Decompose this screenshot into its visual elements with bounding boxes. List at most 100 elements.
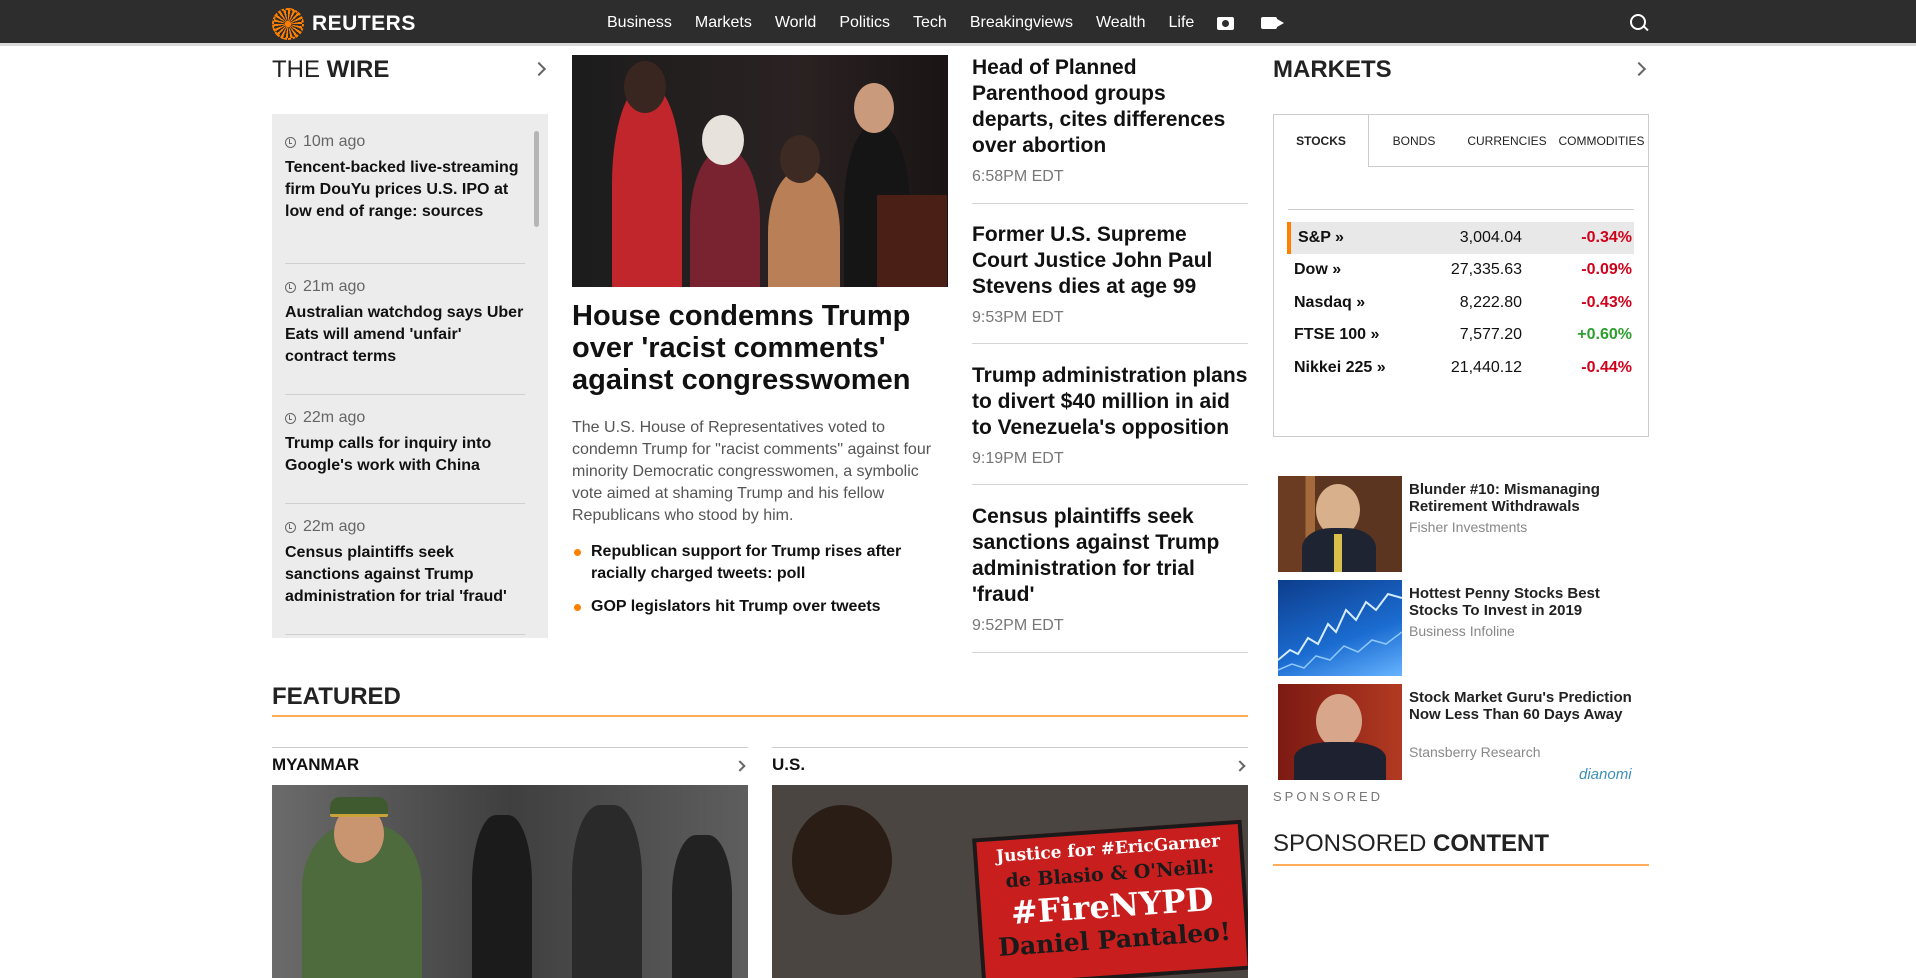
wire-item-headline[interactable]: Tencent-backed live-streaming firm DouYu… [285,157,525,223]
story-item[interactable]: Former U.S. Supreme Court Justice John P… [972,222,1248,344]
ad-source: Business Infoline [1409,623,1515,639]
wire-item[interactable]: 10m ago Tencent-backed live-streaming fi… [285,133,525,264]
market-row[interactable]: S&P » 3,004.04 -0.34% [1287,222,1634,254]
wire-title[interactable]: THE WIRE [272,56,389,84]
wire-item-headline[interactable]: Australian watchdog says Uber Eats will … [285,302,525,368]
related-story-link[interactable]: GOP legislators hit Trump over tweets [572,596,952,618]
related-story-link[interactable]: Republican support for Trump rises after… [572,541,952,585]
nav-item-politics[interactable]: Politics [839,14,890,32]
tab-commodities[interactable]: COMMODITIES [1555,115,1648,167]
market-value: 3,004.04 [1459,229,1522,246]
photo-suit [1294,742,1386,780]
sponsored-content-divider [1273,864,1649,866]
ad-title[interactable]: Stock Market Guru's Prediction Now Less … [1409,689,1649,723]
ad-image[interactable] [1278,476,1402,572]
nav-item-world[interactable]: World [775,14,817,32]
ad-source: Fisher Investments [1409,519,1528,535]
chevron-right-icon[interactable] [734,760,746,772]
market-change: -0.43% [1581,294,1632,311]
photo-figure [472,815,532,978]
wire-item[interactable]: 22m ago Trump calls for inquiry into Goo… [285,395,525,504]
nav-item-tech[interactable]: Tech [913,14,947,32]
search-icon[interactable] [1630,14,1650,34]
story-item[interactable]: Head of Planned Parenthood groups depart… [972,55,1248,204]
market-change: +0.60% [1577,326,1632,343]
photo-tie [1334,534,1342,572]
market-name[interactable]: Nikkei 225 » [1294,359,1386,377]
market-row[interactable]: FTSE 100 » 7,577.20 +0.60% [1287,319,1634,351]
stock-chart-graphic [1278,592,1402,671]
nav-item-business[interactable]: Business [607,14,672,32]
markets-tabs: STOCKS BONDS CURRENCIES COMMODITIES [1274,115,1648,167]
video-nav-button[interactable] [1261,17,1285,29]
featured-us-image[interactable]: Justice for #EricGarner de Blasio & O'Ne… [772,785,1248,978]
wire-chevron-right-icon[interactable] [531,61,547,77]
tab-currencies[interactable]: CURRENCIES [1459,115,1555,167]
market-name[interactable]: S&P » [1298,229,1344,247]
ad-image[interactable] [1278,580,1402,676]
market-name[interactable]: Nasdaq » [1294,294,1365,312]
wire-item-headline[interactable]: Census plaintiffs seek sanctions against… [285,542,525,608]
market-name[interactable]: FTSE 100 » [1294,326,1379,344]
ad-title[interactable]: Hottest Penny Stocks Best Stocks To Inve… [1409,585,1649,619]
nav-item-wealth[interactable]: Wealth [1096,14,1146,32]
story-headline[interactable]: Trump administration plans to divert $40… [972,363,1248,441]
clock-icon [285,281,296,293]
market-value: 7,577.20 [1459,326,1522,343]
story-headline[interactable]: Former U.S. Supreme Court Justice John P… [972,222,1248,300]
nav-item-life[interactable]: Life [1168,14,1194,32]
story-item[interactable]: Census plaintiffs seek sanctions against… [972,504,1248,653]
photo-figure [672,835,732,978]
lead-story-image[interactable] [572,55,948,287]
market-name[interactable]: Dow » [1294,261,1341,279]
lead-story-headline[interactable]: House condemns Trump over 'racist commen… [572,300,952,396]
wire-list[interactable]: 10m ago Tencent-backed live-streaming fi… [272,114,548,638]
sponsored-content-title: SPONSORED CONTENT [1273,830,1550,857]
featured-section-myanmar[interactable]: MYANMAR [272,755,359,775]
ad-image[interactable] [1278,684,1402,780]
market-value: 8,222.80 [1459,294,1522,311]
story-headline[interactable]: Census plaintiffs seek sanctions against… [972,504,1248,608]
main-nav: Business Markets World Politics Tech Bre… [607,0,1304,46]
brand-name: REUTERS [312,12,416,35]
featured-section-rule [272,747,748,748]
tab-stocks[interactable]: STOCKS [1274,115,1369,167]
wire-item-headline[interactable]: Trump calls for inquiry into Google's wo… [285,433,525,477]
camera-icon [1217,16,1235,30]
photo-figure [768,170,840,287]
markets-chevron-right-icon[interactable] [1631,61,1647,77]
nav-item-markets[interactable]: Markets [695,14,752,32]
featured-myanmar-image[interactable] [272,785,748,978]
market-row[interactable]: Nikkei 225 » 21,440.12 -0.44% [1287,352,1634,384]
wire-item-time: 22m ago [303,409,366,426]
photo-figure [780,135,820,183]
video-icon [1261,17,1285,29]
wire-item-time: 22m ago [303,518,366,535]
wire-item[interactable]: 22m ago Census plaintiffs seek sanctions… [285,504,525,635]
market-row[interactable]: Dow » 27,335.63 -0.09% [1287,254,1634,286]
pictures-nav-button[interactable] [1217,16,1235,30]
chevron-right-icon[interactable] [1234,760,1246,772]
photo-podium [877,195,947,287]
reuters-logo[interactable]: REUTERS [272,8,416,40]
featured-title: FEATURED [272,683,401,710]
tab-bonds[interactable]: BONDS [1369,115,1459,167]
market-change: -0.44% [1581,359,1632,376]
ad-title[interactable]: Blunder #10: Mismanaging Retirement With… [1409,481,1649,515]
story-headline[interactable]: Head of Planned Parenthood groups depart… [972,55,1248,159]
market-row[interactable]: Nasdaq » 8,222.80 -0.43% [1287,287,1634,319]
featured-section-us[interactable]: U.S. [772,755,805,775]
wire-item[interactable]: 21m ago Australian watchdog says Uber Ea… [285,264,525,395]
sponsored-ad[interactable]: Blunder #10: Mismanaging Retirement With… [1278,476,1650,572]
sponsored-label: SPONSORED [1273,789,1384,804]
wire-scrollbar[interactable] [534,131,539,227]
markets-title[interactable]: MARKETS [1273,56,1392,84]
photo-figure [854,83,894,133]
dianomi-logo[interactable]: dianomi [1579,766,1632,783]
story-time: 6:58PM EDT [972,168,1064,185]
sponsored-ad[interactable]: Hottest Penny Stocks Best Stocks To Inve… [1278,580,1650,676]
story-item[interactable]: Trump administration plans to divert $40… [972,363,1248,485]
market-change: -0.09% [1581,261,1632,278]
nav-item-breakingviews[interactable]: Breakingviews [970,14,1073,32]
photo-face [1316,694,1362,748]
